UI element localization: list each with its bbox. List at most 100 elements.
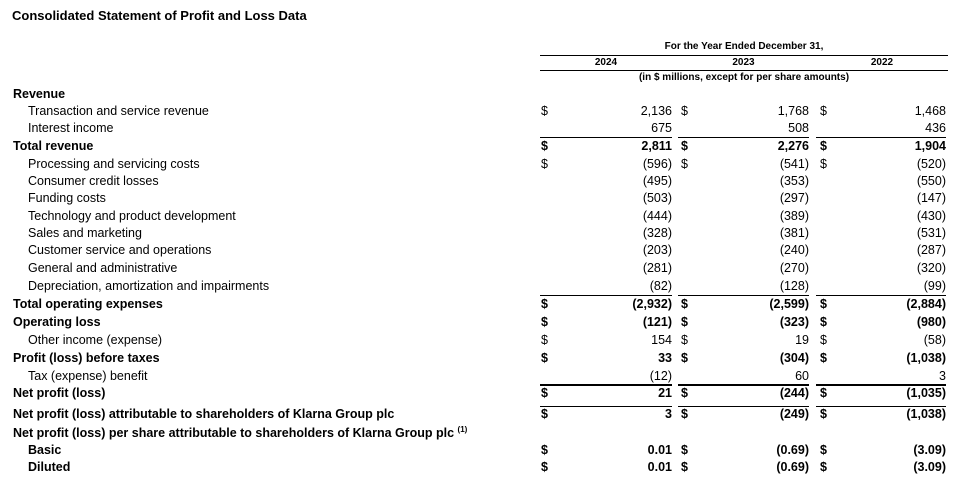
cell-value-2023: 1,768 — [777, 104, 809, 118]
cell-value-2023: (0.69) — [776, 460, 809, 474]
row-label: Funding costs — [28, 191, 106, 205]
cell-value-2024: 3 — [665, 407, 672, 421]
cell-value-2024: (2,932) — [632, 297, 672, 311]
cell-value-2023: (0.69) — [776, 443, 809, 457]
cell-value-2024: 0.01 — [647, 460, 672, 474]
cell-value-2024: 2,136 — [640, 104, 672, 118]
row-label: Basic — [28, 443, 62, 457]
cell-value-2022: 3 — [939, 369, 946, 383]
cell-value-2024: (203) — [642, 243, 672, 257]
period-header: For the Year Ended December 31, — [664, 41, 824, 52]
year-header-2022: 2022 — [870, 57, 894, 68]
cell-value-2023: (389) — [779, 209, 809, 223]
row-label: Net profit (loss) — [13, 386, 106, 400]
total-rule — [678, 137, 809, 138]
cell-value-2023: (249) — [779, 407, 809, 421]
cell-value-2023: (381) — [779, 226, 809, 240]
cell-value-2023: (323) — [779, 315, 809, 329]
cell-value-2023: (240) — [779, 243, 809, 257]
row-label: Consumer credit losses — [28, 174, 159, 188]
cell-value-2022: (1,038) — [906, 351, 946, 365]
cell-value-2024: (444) — [642, 209, 672, 223]
cell-value-2024: (495) — [642, 174, 672, 188]
cell-value-2022: (287) — [916, 243, 946, 257]
cell-value-2024: (12) — [649, 369, 672, 383]
cell-value-2024: (503) — [642, 191, 672, 205]
cell-value-2022: (520) — [916, 157, 946, 171]
row-label: Processing and servicing costs — [28, 157, 200, 171]
row-label: Revenue — [13, 87, 66, 101]
total-rule — [678, 406, 809, 407]
cell-value-2023: (353) — [779, 174, 809, 188]
row-label: Net profit (loss) per share attributable… — [13, 424, 468, 440]
cell-value-2022: (550) — [916, 174, 946, 188]
cell-value-2022: (320) — [916, 261, 946, 275]
cell-value-2023: 2,276 — [777, 139, 809, 153]
year-header-2024: 2024 — [594, 57, 618, 68]
total-rule — [540, 406, 672, 407]
total-rule — [816, 295, 946, 296]
units-note: (in $ millions, except for per share amo… — [638, 72, 850, 83]
total-rule — [816, 385, 946, 386]
cell-value-2024: (328) — [642, 226, 672, 240]
cell-value-2022: 1,904 — [914, 139, 946, 153]
cell-value-2022: 1,468 — [914, 104, 946, 118]
cell-value-2024: 21 — [658, 386, 672, 400]
row-label: Operating loss — [13, 315, 101, 329]
cell-value-2022: (58) — [923, 333, 946, 347]
cell-value-2022: (3.09) — [913, 443, 946, 457]
row-label: Total revenue — [13, 139, 94, 153]
total-rule — [816, 137, 946, 138]
row-label: Technology and product development — [28, 209, 236, 223]
cell-value-2022: (147) — [916, 191, 946, 205]
year-header-2023: 2023 — [732, 57, 755, 68]
cell-value-2022: (980) — [916, 315, 946, 329]
total-rule — [540, 137, 672, 138]
cell-value-2023: (2,599) — [769, 297, 809, 311]
cell-value-2022: 436 — [925, 121, 946, 135]
row-label: Sales and marketing — [28, 226, 142, 240]
row-label: Diluted — [28, 460, 71, 474]
cell-value-2023: (128) — [779, 279, 809, 293]
footnote-marker: (1) — [457, 424, 468, 434]
cell-value-2022: (531) — [916, 226, 946, 240]
cell-value-2024: 2,811 — [641, 139, 672, 153]
cell-value-2022: (2,884) — [906, 297, 946, 311]
cell-value-2023: 60 — [795, 369, 809, 383]
statement-title: Consolidated Statement of Profit and Los… — [12, 8, 307, 23]
row-label: Depreciation, amortization and impairmen… — [28, 279, 270, 293]
row-label: General and administrative — [28, 261, 178, 275]
cell-value-2023: (297) — [779, 191, 809, 205]
cell-value-2023: (244) — [779, 386, 809, 400]
cell-value-2024: 0.01 — [647, 443, 672, 457]
cell-value-2022: (99) — [923, 279, 946, 293]
cell-value-2023: (541) — [779, 157, 809, 171]
total-rule — [540, 295, 672, 296]
cell-value-2022: (1,035) — [906, 386, 946, 400]
cell-value-2022: (1,038) — [906, 407, 946, 421]
cell-value-2023: 19 — [795, 333, 809, 347]
cell-value-2024: (82) — [649, 279, 672, 293]
total-rule — [678, 295, 809, 296]
row-label: Tax (expense) benefit — [28, 369, 148, 383]
row-label: Other income (expense) — [28, 333, 163, 347]
period-header-rule — [540, 55, 948, 56]
row-label: Transaction and service revenue — [28, 104, 209, 118]
cell-value-2024: (281) — [642, 261, 672, 275]
total-rule — [540, 385, 672, 386]
cell-value-2022: (430) — [916, 209, 946, 223]
row-label: Net profit (loss) attributable to shareh… — [13, 407, 395, 421]
row-label: Customer service and operations — [28, 243, 212, 257]
cell-value-2024: 154 — [651, 333, 672, 347]
cell-value-2023: 508 — [788, 121, 809, 135]
total-rule — [816, 406, 946, 407]
cell-value-2023: (304) — [779, 351, 809, 365]
row-label: Profit (loss) before taxes — [13, 351, 160, 365]
cell-value-2024: 33 — [658, 351, 672, 365]
cell-value-2024: (121) — [642, 315, 672, 329]
cell-value-2023: (270) — [779, 261, 809, 275]
year-header-rule — [540, 70, 948, 71]
cell-value-2024: 675 — [651, 121, 672, 135]
cell-value-2022: (3.09) — [913, 460, 946, 474]
total-rule — [678, 385, 809, 386]
